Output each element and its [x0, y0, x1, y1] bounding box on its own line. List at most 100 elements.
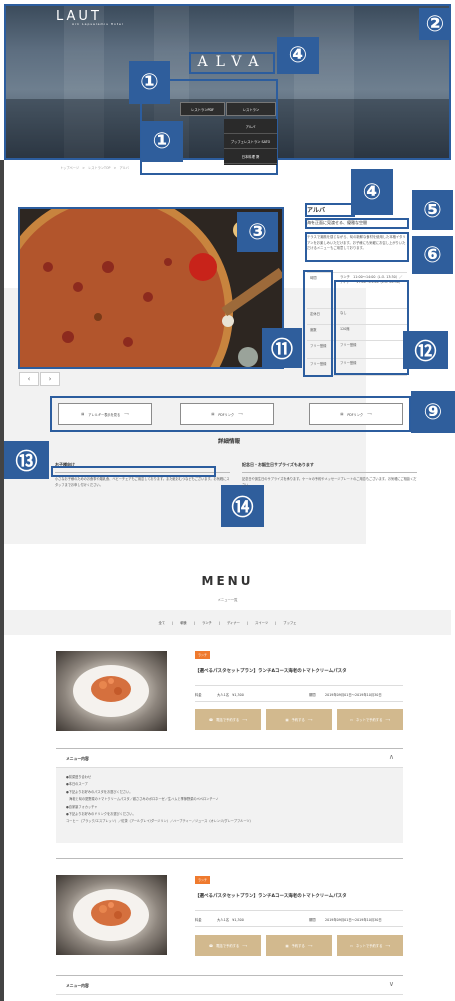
button-label: 予約する: [291, 944, 305, 948]
annotation-badge: ③: [237, 212, 278, 252]
filter-divider: |: [218, 620, 220, 625]
menu-accordion[interactable]: メニュー内容 ∧: [56, 748, 403, 768]
period-value: 2019年09月01日〜2019年10月30日: [325, 918, 382, 922]
annotation-badge: ⑤: [412, 190, 453, 230]
phone-icon: ☎: [209, 717, 214, 722]
menu-tag: ランチ: [195, 876, 210, 884]
arrow-icon: ⟶: [242, 943, 247, 948]
reserve-button[interactable]: ▦ 予約する ⟶: [266, 935, 332, 956]
menu-accordion[interactable]: メニュー内容 ∨: [56, 975, 403, 995]
arrow-icon: ⟶: [242, 717, 247, 722]
menu-card-image: [56, 651, 167, 731]
logo[interactable]: LAUT Ark Lapsalamis Hotel: [56, 9, 124, 26]
pasta-illustration: [73, 889, 149, 941]
phone-reserve-button[interactable]: ☎ 電話で予約する ⟶: [195, 935, 261, 956]
menu-subtitle: メニュー一覧: [217, 598, 238, 602]
phone-icon: ☎: [209, 943, 214, 948]
computer-icon: ▭: [349, 717, 353, 722]
annotation-badge: ⑫: [403, 331, 448, 369]
web-reserve-button[interactable]: ▭ ネットで予約する ⟶: [337, 935, 403, 956]
price-label: 料金: [195, 918, 202, 922]
annotation-badge: ④: [277, 37, 319, 74]
price-value: 大人1名 ¥1,300: [217, 918, 244, 922]
annotation-box: [334, 280, 409, 375]
annotation-box: [303, 270, 333, 377]
annotation-badge: ①: [129, 61, 170, 104]
dropdown-item[interactable]: アルバ: [224, 119, 277, 134]
period-label: 期間: [309, 918, 316, 922]
dropdown-item[interactable]: ブッフェレストラン SATO: [224, 134, 277, 149]
menu-content-line: ●自家製フォカッチャ: [66, 804, 98, 809]
calendar-icon: ▦: [285, 717, 289, 722]
filter-lunch[interactable]: ランチ: [202, 620, 212, 625]
calendar-icon: ▦: [285, 943, 289, 948]
annotation-badge: ⑬: [4, 441, 49, 479]
chevron-down-icon[interactable]: ∨: [389, 980, 394, 988]
button-label: ネットで予約する: [356, 718, 383, 722]
chevron-up-icon[interactable]: ∧: [389, 753, 394, 761]
annotation-box: [305, 232, 409, 262]
menu-content-line: ●下記よりお好みのパスタをお選びください。: [66, 789, 133, 794]
menu-filters: 全て | 朝食 | ランチ | ディナー | スイーツ | ブッフェ: [4, 610, 451, 635]
annotation-badge: ①: [141, 121, 183, 162]
pasta-illustration: [73, 665, 149, 717]
arrow-icon: ⟶: [385, 943, 391, 948]
accordion-label: メニュー内容: [66, 756, 89, 761]
slider-next-button[interactable]: ›: [40, 372, 60, 386]
filter-divider: |: [275, 620, 277, 625]
filter-sweets[interactable]: スイーツ: [255, 620, 268, 625]
dropdown-item[interactable]: 日本料理 葵: [224, 149, 277, 164]
menu-title: MENU: [201, 574, 254, 588]
menu-card-title[interactable]: 【選べるパスタセットプラン】ランチAコース海老のトマトクリームパスタ: [195, 893, 347, 899]
details-left-body: 小さなお子様のためのお食事や離乳食、ベビーチェアもご用意しております。また紙おむ…: [55, 477, 230, 487]
details-title: 詳細情報: [218, 439, 241, 445]
slider-prev-button[interactable]: ‹: [19, 372, 39, 386]
filter-all[interactable]: 全て: [159, 620, 166, 625]
restaurant-pdf-button[interactable]: レストランPDF: [180, 102, 225, 116]
arrow-icon: ⟶: [307, 943, 313, 948]
filter-divider: |: [172, 620, 174, 625]
period-label: 期間: [309, 693, 316, 697]
annotation-badge: ⑪: [262, 328, 302, 368]
accordion-label: メニュー内容: [66, 983, 89, 988]
filter-buffet[interactable]: ブッフェ: [283, 620, 296, 625]
filter-dinner[interactable]: ディナー: [227, 620, 240, 625]
computer-icon: ▭: [349, 943, 353, 948]
breadcrumb[interactable]: トップページ > レストランTOP > アルバ: [60, 165, 129, 170]
annotation-box: [50, 396, 411, 432]
divider: [56, 858, 403, 859]
menu-content-line: ●本日のスープ: [66, 782, 88, 787]
menu-tag: ランチ: [195, 651, 210, 659]
menu-content-line: ●下記よりお好みのドリンクをお選びください。: [66, 812, 136, 817]
button-label: 予約する: [291, 718, 305, 722]
annotation-box: [189, 52, 275, 74]
details-right-body: 記念日や誕生日のサプライズを承ります。ケーキの予約やメッセージプレートのご用意も…: [242, 477, 417, 487]
menu-card-info: 料金 大人1名 ¥1,300 期間 2019年09月01日〜2019年10月30…: [195, 685, 403, 702]
annotation-box: [305, 218, 409, 229]
details-right: 記念日・お誕生日サプライズもあります 記念日や誕生日のサプライズを承ります。ケー…: [242, 462, 417, 488]
menu-card-title[interactable]: 【選べるパスタセットプラン】ランチAコース海老のトマトクリームパスタ: [195, 668, 347, 674]
phone-reserve-button[interactable]: ☎ 電話で予約する ⟶: [195, 709, 261, 730]
arrow-icon: ⟶: [385, 717, 391, 722]
button-label: 電話で予約する: [216, 944, 240, 948]
annotation-badge: ⑥: [412, 236, 453, 274]
web-reserve-button[interactable]: ▭ ネットで予約する ⟶: [337, 709, 403, 730]
filter-breakfast[interactable]: 朝食: [180, 620, 187, 625]
annotation-box: [51, 466, 216, 477]
filter-divider: |: [246, 620, 249, 625]
menu-content-line: 海老と旬の夏野菜のトマトクリームパスタ／鶏ささみのボロネーゼ／生ハムと季節野菜の…: [66, 797, 219, 802]
annotation-badge: ⑨: [411, 391, 455, 433]
menu-card-info: 料金 大人1名 ¥1,300 期間 2019年09月01日〜2019年10月30…: [195, 910, 403, 927]
period-value: 2019年09月01日〜2019年10月30日: [325, 693, 382, 697]
menu-content-line: ●前菜盛り合わせ: [66, 775, 92, 779]
reserve-button[interactable]: ▦ 予約する ⟶: [266, 709, 332, 730]
menu-content-line: コーヒー（ブラック/エスプレッソ）／紅茶（アールグレイ/ダージリン）／ハーブティ…: [66, 819, 253, 824]
restaurant-dropdown: アルバ ブッフェレストラン SATO 日本料理 葵: [224, 119, 277, 165]
price-label: 料金: [195, 693, 202, 697]
annotation-badge: ⑭: [221, 485, 264, 527]
accordion-content: ●前菜盛り合わせ ●本日のスープ ●下記よりお好みのパスタをお選びください。 海…: [56, 768, 403, 843]
restaurant-menu-button[interactable]: レストラン: [226, 102, 276, 116]
annotation-badge: ②: [419, 8, 451, 40]
price-value: 大人1名 ¥1,300: [217, 693, 244, 697]
logo-subtitle: Ark Lapsalamis Hotel: [72, 22, 124, 26]
